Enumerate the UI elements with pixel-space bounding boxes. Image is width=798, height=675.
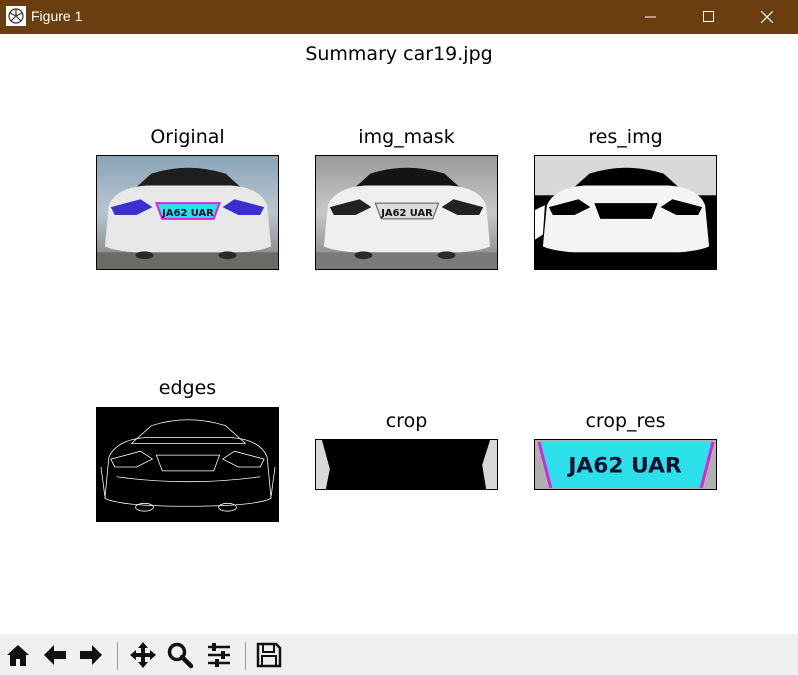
figure-suptitle: Summary car19.jpg: [305, 43, 493, 65]
axes-image-res-img: [534, 155, 717, 270]
home-icon: [7, 645, 29, 666]
maximize-icon: [703, 11, 714, 22]
axes-image-img-mask: JA62 UAR: [315, 155, 498, 270]
forward-icon: [80, 645, 102, 665]
configure-subplots-button[interactable]: [203, 639, 235, 671]
back-button[interactable]: [39, 639, 71, 671]
axes-title-res-img: res_img: [588, 126, 663, 148]
figure-canvas[interactable]: Summary car19.jpg Original JA62 UAR img_…: [0, 34, 798, 634]
forward-button[interactable]: [75, 639, 107, 671]
minimize-icon: [645, 16, 656, 18]
axes-title-crop-res: crop_res: [585, 410, 666, 432]
plate-text-original: JA62 UAR: [161, 208, 214, 219]
close-icon: [761, 11, 773, 23]
close-button[interactable]: [738, 0, 796, 34]
save-icon: [256, 642, 282, 668]
maximize-button[interactable]: [680, 0, 738, 34]
axes-title-original: Original: [150, 126, 225, 148]
save-button[interactable]: [253, 639, 285, 671]
window-titlebar: Figure 1: [0, 0, 798, 34]
axes-image-edges: [96, 407, 279, 522]
axes-image-original: JA62 UAR: [96, 155, 279, 270]
back-icon: [44, 645, 66, 665]
navigation-toolbar: [0, 634, 798, 675]
home-button[interactable]: [2, 639, 34, 671]
plate-text-mask: JA62 UAR: [380, 208, 433, 219]
configure-subplots-icon: [208, 643, 230, 667]
axes-title-crop: crop: [385, 410, 428, 432]
pan-icon: [130, 642, 156, 668]
toolbar-separator: [117, 642, 118, 670]
pan-button[interactable]: [127, 639, 159, 671]
plate-text-crop-res: JA62 UAR: [566, 454, 682, 479]
axes-image-crop: [315, 439, 498, 490]
toolbar-separator: [245, 642, 246, 670]
minimize-button[interactable]: [622, 0, 680, 34]
window-title: Figure 1: [31, 8, 83, 24]
matplotlib-app-icon: [6, 6, 26, 26]
zoom-icon: [167, 642, 194, 669]
axes-title-img-mask: img_mask: [358, 126, 455, 148]
axes-image-crop-res: JA62 UAR: [534, 439, 717, 490]
zoom-button[interactable]: [164, 639, 196, 671]
axes-title-edges: edges: [158, 377, 217, 399]
